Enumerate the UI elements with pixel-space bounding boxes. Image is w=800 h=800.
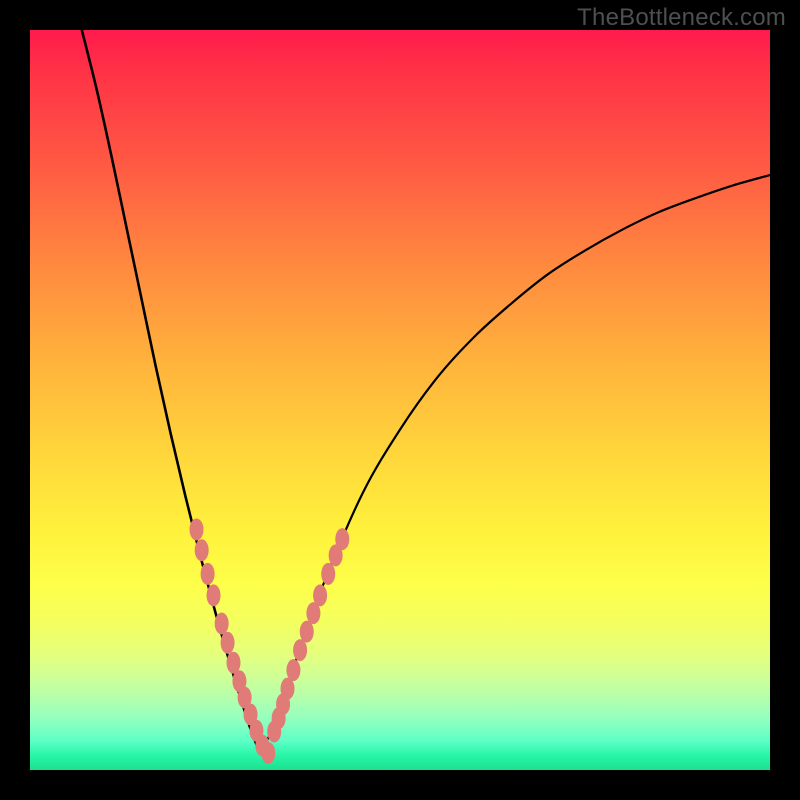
marker-dot [293,639,307,661]
plot-area [30,30,770,770]
marker-dot [195,539,209,561]
left-markers [190,519,276,764]
marker-dot [207,584,221,606]
marker-dot [335,528,349,550]
marker-dot [201,563,215,585]
marker-dot [321,563,335,585]
marker-dot [261,742,275,764]
marker-dot [300,621,314,643]
marker-dot [215,612,229,634]
marker-dot [190,519,204,541]
marker-dot [313,584,327,606]
watermark-text: TheBottleneck.com [577,4,786,32]
marker-dot [221,632,235,654]
right-curve-path [259,175,770,751]
marker-dot [286,659,300,681]
chart-frame: TheBottleneck.com [0,0,800,800]
right-markers [267,528,349,742]
curve-layer [30,30,770,770]
